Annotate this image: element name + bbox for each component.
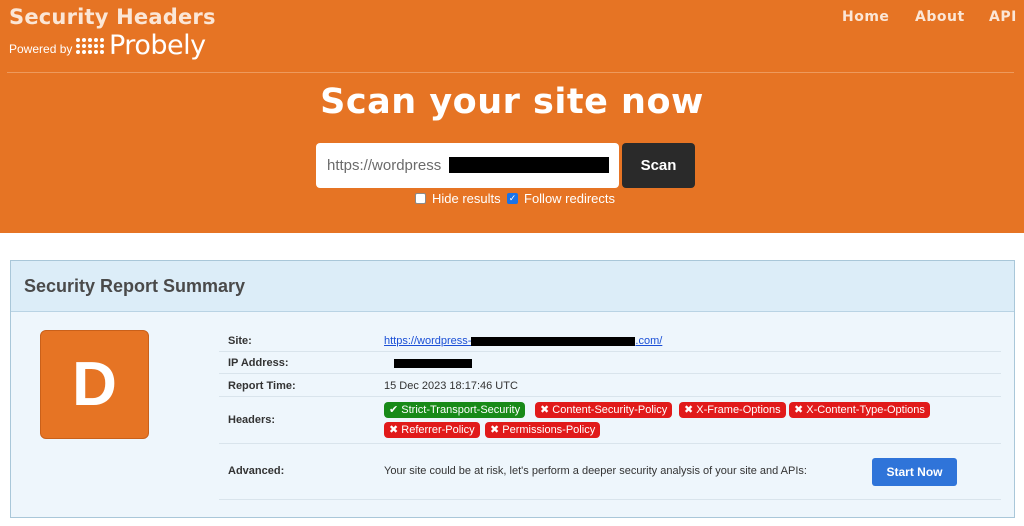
ip-label: IP Address: <box>228 357 289 369</box>
site-row: Site: https://wordpress- .com/ <box>219 330 1001 352</box>
scan-headline: Scan your site now <box>320 82 704 122</box>
hero-banner: Security Headers Powered by Probely Home… <box>0 0 1024 233</box>
site-title[interactable]: Security Headers <box>9 5 216 29</box>
hide-results-option[interactable]: Hide results <box>415 191 501 206</box>
probely-wordmark[interactable]: Probely <box>109 30 206 61</box>
report-time-row: Report Time: 15 Dec 2023 18:17:46 UTC <box>219 374 1001 397</box>
security-report-panel: Security Report Summary D Site: https://… <box>10 260 1015 518</box>
grade-badge: D <box>40 330 149 439</box>
ip-row: IP Address: <box>219 352 1001 374</box>
probely-logo-icon <box>76 38 104 54</box>
nav-home-link[interactable]: Home <box>842 9 889 25</box>
redaction-bar <box>471 336 636 346</box>
advanced-row: Advanced: Your site could be at risk, le… <box>219 444 1001 500</box>
report-time-value: 15 Dec 2023 18:17:46 UTC <box>384 380 518 392</box>
redaction-bar <box>394 359 472 368</box>
advanced-text: Your site could be at risk, let's perfor… <box>384 465 807 477</box>
report-title: Security Report Summary <box>24 276 246 296</box>
header-badge-missing: ✖ Content-Security-Policy <box>535 402 673 418</box>
hide-results-checkbox[interactable] <box>415 193 426 204</box>
headers-row: Headers: ✔ Strict-Transport-Security ✖ C… <box>219 397 1001 444</box>
header-badge-missing: ✖ X-Frame-Options <box>679 402 786 418</box>
follow-redirects-label: Follow redirects <box>524 191 616 206</box>
headers-label: Headers: <box>228 414 276 426</box>
nav-about-link[interactable]: About <box>915 9 965 25</box>
header-badge-missing: ✖ Referrer-Policy <box>384 422 480 438</box>
start-now-button[interactable]: Start Now <box>872 458 957 486</box>
scan-button[interactable]: Scan <box>622 143 695 188</box>
header-divider <box>7 72 1014 73</box>
header-badge-missing: ✖ X-Content-Type-Options <box>789 402 930 418</box>
url-input[interactable]: https://wordpress <box>316 143 619 188</box>
follow-redirects-checkbox[interactable]: ✓ <box>507 193 518 204</box>
redaction-bar <box>449 157 609 173</box>
report-time-label: Report Time: <box>228 380 296 392</box>
site-link-start: https://wordpress- <box>384 335 472 347</box>
site-label: Site: <box>228 335 252 347</box>
site-link[interactable]: https://wordpress- .com/ <box>384 335 662 347</box>
hide-results-label: Hide results <box>432 191 501 206</box>
header-badge-present: ✔ Strict-Transport-Security <box>384 402 526 418</box>
report-header: Security Report Summary <box>11 261 1014 312</box>
nav-api-link[interactable]: API <box>989 9 1017 25</box>
site-link-end: .com/ <box>635 335 663 347</box>
url-input-value: https://wordpress <box>327 157 442 174</box>
header-badge-missing: ✖ Permissions-Policy <box>485 422 601 438</box>
advanced-label: Advanced: <box>228 465 285 477</box>
powered-by-label: Powered by <box>9 42 73 56</box>
follow-redirects-option[interactable]: ✓ Follow redirects <box>507 191 615 206</box>
